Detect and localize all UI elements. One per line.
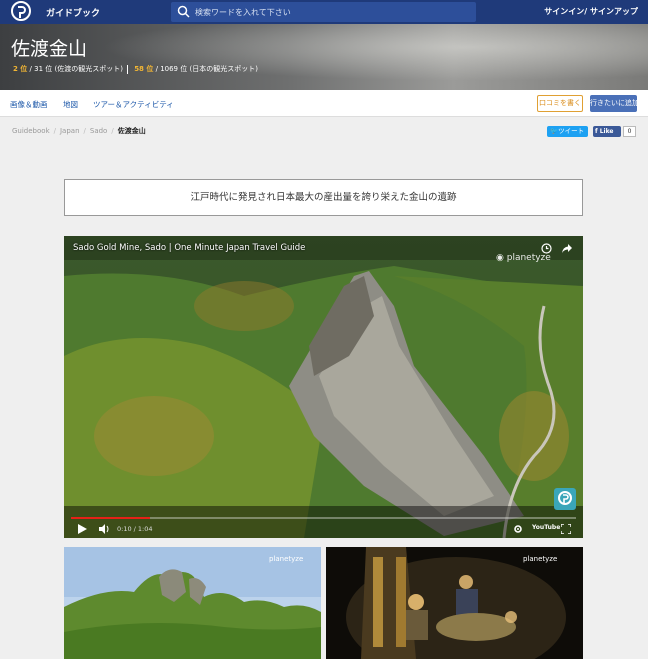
video-progress-bar[interactable] xyxy=(71,517,576,519)
like-count: 0 xyxy=(623,126,636,137)
facebook-icon: f xyxy=(595,128,598,135)
search-placeholder: 検索ワードを入れて下さい xyxy=(195,8,291,17)
rank-national-suffix: / 1069 位 (日本の観光スポット) xyxy=(155,65,258,73)
breadcrumb-guidebook[interactable]: Guidebook xyxy=(12,127,50,135)
mountain-photo xyxy=(64,547,321,659)
thumb-watermark: planetyze xyxy=(523,555,558,563)
mine-photo xyxy=(326,547,583,659)
nav-item-map[interactable]: 地図 xyxy=(63,99,78,110)
video-frame xyxy=(64,236,583,538)
planetyze-badge-icon[interactable] xyxy=(554,488,576,510)
planetyze-logo-icon: ◉ xyxy=(496,253,504,263)
rank-divider xyxy=(126,64,128,74)
add-favorite-button[interactable]: 行きたいに追加 xyxy=(590,95,637,112)
fullscreen-icon[interactable] xyxy=(561,524,571,534)
signin-link[interactable]: サインイン/ サインアップ xyxy=(544,6,638,17)
breadcrumb-current: 佐渡金山 xyxy=(117,127,146,135)
facebook-like-button[interactable]: f Like xyxy=(593,126,621,137)
gallery-thumbnail-mine[interactable]: planetyze xyxy=(326,547,583,659)
spot-tagline: 江戸時代に発見され日本最大の産出量を誇り栄えた金山の遺跡 xyxy=(64,179,583,216)
youtube-logo[interactable]: YouTube xyxy=(532,524,560,533)
video-player[interactable]: Sado Gold Mine, Sado | One Minute Japan … xyxy=(64,236,583,538)
search-input[interactable]: 検索ワードを入れて下さい xyxy=(171,2,476,22)
write-review-button[interactable]: 口コミを書く xyxy=(537,95,583,112)
like-label: Like xyxy=(599,128,614,135)
page-title: 佐渡金山 xyxy=(11,38,88,60)
rank-local-suffix: / 31 位 (佐渡の観光スポット) xyxy=(29,65,123,73)
volume-icon[interactable] xyxy=(99,524,110,534)
brand-label[interactable]: ガイドブック xyxy=(46,6,100,19)
nav-item-tours[interactable]: ツアー＆アクティビティ xyxy=(93,99,174,110)
hero-header: 佐渡金山 2 位 / 31 位 (佐渡の観光スポット) 58 位 / 1069 … xyxy=(0,24,648,90)
breadcrumb: Guidebook / Japan / Sado / 佐渡金山 xyxy=(12,127,146,135)
planetyze-watermark: ◉ planetyze xyxy=(496,253,551,263)
play-icon[interactable] xyxy=(78,524,87,534)
ranking-info: 2 位 / 31 位 (佐渡の観光スポット) 58 位 / 1069 位 (日本… xyxy=(13,64,258,74)
share-icon[interactable] xyxy=(561,243,573,254)
guidebook-logo-icon[interactable] xyxy=(10,1,32,23)
thumb-watermark: planetyze xyxy=(269,555,304,563)
tweet-button[interactable]: 🐦ツイート xyxy=(547,126,588,137)
twitter-bird-icon: 🐦 xyxy=(550,127,559,135)
nav-item-media[interactable]: 画像＆動画 xyxy=(10,99,48,110)
rank-national: 58 位 xyxy=(134,65,154,73)
video-progress-fill xyxy=(71,517,150,519)
video-title[interactable]: Sado Gold Mine, Sado | One Minute Japan … xyxy=(73,243,305,253)
breadcrumb-sado[interactable]: Sado xyxy=(90,127,107,135)
video-timecode: 0:10 / 1:04 xyxy=(117,525,153,533)
rank-local: 2 位 xyxy=(13,65,28,73)
search-icon xyxy=(177,5,190,18)
section-nav: 画像＆動画 地図 ツアー＆アクティビティ 口コミを書く 行きたいに追加 xyxy=(0,90,648,117)
settings-icon[interactable] xyxy=(513,524,523,534)
watermark-text: planetyze xyxy=(506,253,551,263)
top-bar: ガイドブック 検索ワードを入れて下さい サインイン/ サインアップ xyxy=(0,0,648,24)
breadcrumb-japan[interactable]: Japan xyxy=(60,127,80,135)
gallery-thumbnail-mountain[interactable]: planetyze xyxy=(64,547,321,659)
tweet-label: ツイート xyxy=(558,127,585,135)
